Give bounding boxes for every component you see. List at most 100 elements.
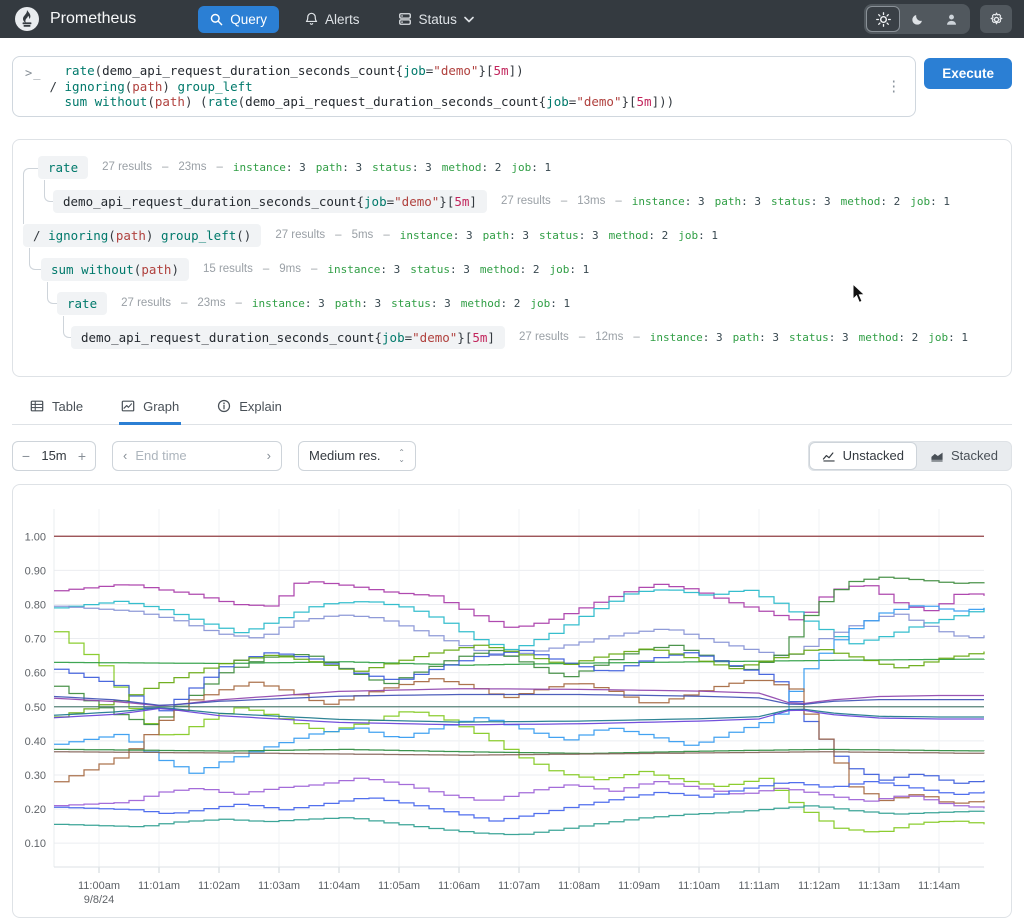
editor-menu-button[interactable]: ⋮ <box>880 77 907 95</box>
label-cardinality: instance: 3 <box>649 330 723 344</box>
info-icon <box>217 399 231 413</box>
label-cardinality: method: 2 <box>840 194 901 208</box>
stacked-button[interactable]: Stacked <box>917 442 1011 470</box>
resolution-select[interactable]: Medium res. ⌃ ⌄ <box>298 440 416 471</box>
label-cardinality: status: 3 <box>770 194 831 208</box>
result-count: 15 results <box>202 263 253 275</box>
theme-light-button[interactable] <box>866 6 900 32</box>
tree-node-pill[interactable]: rate <box>38 155 89 179</box>
end-time-picker: ‹ End time › <box>112 440 282 471</box>
label-cardinality: path: 3 <box>714 194 761 208</box>
graph-controls: − 15m + ‹ End time › Medium res. ⌃ ⌄ Unst… <box>12 440 1012 471</box>
unstacked-button[interactable]: Unstacked <box>808 441 918 470</box>
bell-icon <box>305 12 318 26</box>
separator: – <box>633 331 640 343</box>
separator: – <box>578 331 586 343</box>
separator: – <box>383 229 390 241</box>
tree-row: demo_api_request_duration_seconds_count{… <box>71 325 968 349</box>
range-selector: − 15m + <box>12 440 96 471</box>
node-stats: 27 results –23ms – instance: 3 path: 3 status… <box>102 161 551 174</box>
nav-items: Query Alerts Status <box>198 5 486 33</box>
x-axis-label: 11:01am <box>138 880 180 892</box>
tree-connector-line <box>29 247 41 270</box>
range-value[interactable]: 15m <box>39 448 69 463</box>
line-chart-icon <box>822 450 836 462</box>
label-cardinality: status: 3 <box>410 262 470 276</box>
tree-row: rate 27 results –23ms – instance: 3 path: 3st… <box>57 291 570 315</box>
label-cardinality: method: 2 <box>460 296 521 310</box>
node-stats: 27 results –12ms – instance: 3 path: 3 status… <box>519 331 968 344</box>
x-axis-label: 11:13am <box>858 880 900 892</box>
sun-icon <box>875 11 891 27</box>
x-axis-date-label: 9/8/24 <box>84 894 115 906</box>
theme-dark-button[interactable] <box>900 6 934 32</box>
promql-line[interactable]: rate(demo_api_request_duration_seconds_c… <box>49 63 880 79</box>
tree-node-pill[interactable]: / ignoring(path) group_left() <box>23 223 262 247</box>
eval-time: 23ms <box>197 297 226 309</box>
user-icon <box>945 13 958 26</box>
range-decrease-button[interactable]: − <box>13 448 39 464</box>
y-axis-label: 0.40 <box>25 735 46 747</box>
x-axis-label: 11:06am <box>438 880 480 892</box>
result-tabs: Table Graph Explain <box>12 393 1012 425</box>
label-cardinality: path: 3 <box>482 228 529 242</box>
nav-alerts-button[interactable]: Alerts <box>293 6 372 33</box>
tab-table[interactable]: Table <box>28 393 85 425</box>
result-count: 27 results <box>500 195 551 207</box>
nav-status-menu[interactable]: Status <box>386 6 486 33</box>
label-cardinality: instance: 3 <box>327 262 401 276</box>
tree-node-pill[interactable]: demo_api_request_duration_seconds_count{… <box>71 325 505 349</box>
label-cardinality: method: 2 <box>479 262 540 276</box>
eval-time: 23ms <box>178 161 207 173</box>
settings-button[interactable] <box>980 5 1012 33</box>
chevron-down-icon <box>464 16 474 23</box>
y-axis-label: 0.50 <box>25 701 46 713</box>
x-axis-label: 11:02am <box>198 880 240 892</box>
y-axis-label: 0.70 <box>25 633 46 645</box>
separator: – <box>615 195 622 207</box>
x-axis-label: 11:00am <box>78 880 120 892</box>
tab-explain[interactable]: Explain <box>215 393 284 425</box>
time-forward-button[interactable]: › <box>267 448 271 463</box>
x-axis-label: 11:11am <box>738 880 779 892</box>
brand[interactable]: Prometheus <box>14 6 136 32</box>
y-axis-label: 0.90 <box>25 565 46 577</box>
end-time-input[interactable]: End time <box>127 448 266 463</box>
tree-row: sum without(path) 15 results –9ms – instance… <box>41 257 590 281</box>
brand-title: Prometheus <box>50 10 137 27</box>
y-axis-label: 0.80 <box>25 599 46 611</box>
moon-icon <box>911 13 924 26</box>
label-cardinality: job: 1 <box>549 262 590 276</box>
promql-line[interactable]: sum without(path) (rate(demo_api_request… <box>49 94 880 110</box>
x-axis-label: 11:12am <box>798 880 840 892</box>
nav-query-button[interactable]: Query <box>198 5 280 33</box>
label-cardinality: job: 1 <box>511 160 552 174</box>
graph-icon <box>121 399 135 413</box>
x-axis-label: 11:14am <box>918 880 960 892</box>
separator: – <box>560 195 568 207</box>
node-stats: 27 results –13ms – instance: 3 path: 3 status… <box>501 195 950 208</box>
label-cardinality: method: 2 <box>608 228 669 242</box>
y-axis-label: 0.20 <box>25 804 46 816</box>
separator: – <box>180 297 188 309</box>
tree-node-pill[interactable]: demo_api_request_duration_seconds_count{… <box>53 189 487 213</box>
graph-plot[interactable]: 0.10 0.20 0.30 0.40 0.50 0.60 0.70 0.80 0.90 1.00… <box>13 485 1013 917</box>
promql-line[interactable]: / ignoring(path) group_left <box>49 79 880 95</box>
range-increase-button[interactable]: + <box>69 448 95 464</box>
execute-button[interactable]: Execute <box>924 58 1012 89</box>
separator: – <box>216 161 223 173</box>
tree-node-pill[interactable]: sum without(path) <box>41 257 189 281</box>
promql-editor[interactable]: >_ rate(demo_api_request_duration_second… <box>12 56 917 117</box>
theme-auto-button[interactable] <box>934 6 968 32</box>
node-stats: 27 results –5ms – instance: 3 path: 3 status:… <box>275 229 718 242</box>
tab-graph[interactable]: Graph <box>119 393 182 425</box>
y-axis-label: 0.60 <box>25 667 46 679</box>
x-axis-label: 11:07am <box>498 880 540 892</box>
eval-time: 5ms <box>351 229 374 241</box>
separator: – <box>310 263 318 275</box>
tree-row: / ignoring(path) group_left() 27 results –… <box>23 223 718 247</box>
x-axis-label: 11:05am <box>378 880 420 892</box>
tree-node-pill[interactable]: rate <box>57 291 108 315</box>
promql-expression[interactable]: rate(demo_api_request_duration_seconds_c… <box>49 63 880 110</box>
tree-connector-line <box>63 315 71 338</box>
